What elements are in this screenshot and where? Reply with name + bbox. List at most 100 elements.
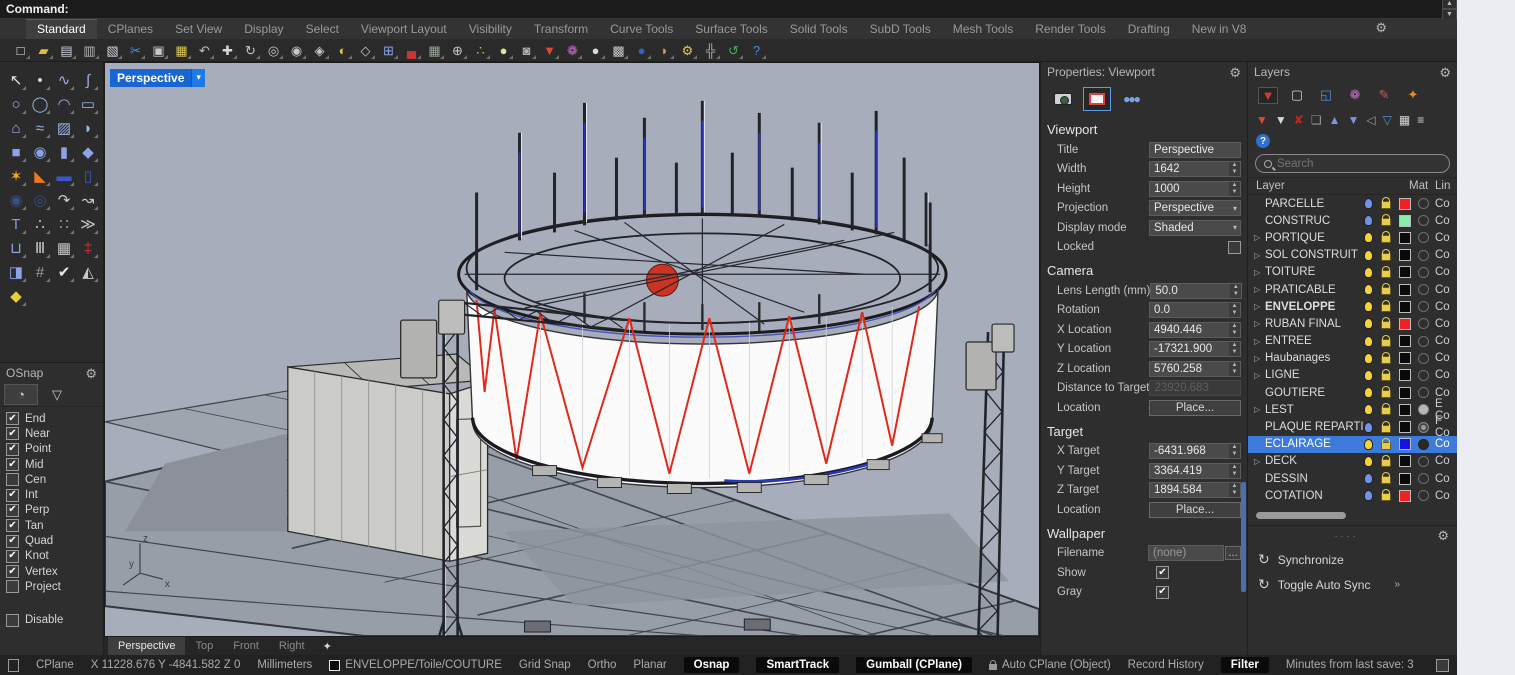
layer-linetype-value[interactable]: Co	[1435, 232, 1457, 244]
color-wheel-icon[interactable]: ❁	[562, 41, 583, 60]
layer-linetype-value[interactable]: Co	[1435, 369, 1457, 381]
menu-tab-subd-tools[interactable]: SubD Tools	[859, 20, 942, 39]
layer-lock-icon[interactable]	[1381, 304, 1391, 312]
spinner[interactable]: ▲▼	[1229, 182, 1240, 196]
layer-row[interactable]: ▷ PORTIQUE Co	[1248, 229, 1457, 246]
scroll-up-icon[interactable]: ▲	[1442, 0, 1457, 9]
blend-curve-icon[interactable]: ↝	[76, 188, 100, 212]
checkbox[interactable]: ✔	[6, 550, 19, 563]
gumball-toggle[interactable]: Gumball (CPlane)	[856, 657, 972, 673]
layer-material-icon[interactable]	[1418, 370, 1429, 381]
number-field[interactable]: 4940.446▲▼	[1149, 322, 1241, 338]
expand-arrow-icon[interactable]: ▷	[1254, 371, 1260, 380]
checkbox[interactable]: ✔	[6, 458, 19, 471]
menu-tab-drafting[interactable]: Drafting	[1117, 20, 1181, 39]
zoom-icon[interactable]: ◎	[263, 41, 284, 60]
layer-material-icon[interactable]	[1418, 439, 1429, 450]
layer-linetype-value[interactable]: Co	[1435, 318, 1457, 330]
spinner[interactable]: ▲▼	[1229, 303, 1240, 317]
osnap-mode-tab[interactable]: ◔	[4, 384, 38, 405]
layer-lock-icon[interactable]	[1381, 270, 1391, 278]
number-field[interactable]: 50.0▲▼	[1150, 283, 1242, 299]
duplicate-layer-icon[interactable]: ❏	[1311, 113, 1322, 127]
zoom-dynamic-icon[interactable]: ◉	[286, 41, 307, 60]
section-icon[interactable]: ‡	[76, 236, 100, 260]
viewport-tab-front[interactable]: Front	[223, 637, 269, 655]
checkbox[interactable]	[1228, 241, 1241, 254]
lock-icon[interactable]: ◙	[516, 41, 537, 60]
expand-arrow-icon[interactable]: ▷	[1254, 251, 1260, 260]
material-properties-tab[interactable]: ●●●	[1117, 87, 1145, 111]
point-tool-icon[interactable]: •	[28, 68, 52, 92]
layer-lock-icon[interactable]	[1381, 459, 1391, 467]
osnap-gear-icon[interactable]: ⚙	[85, 367, 97, 380]
display-tab-icon[interactable]: ▢	[1287, 87, 1307, 103]
layer-color-swatch[interactable]	[1399, 404, 1411, 416]
viewport-props-tab-icon[interactable]: ◱	[1316, 87, 1336, 103]
layer-name[interactable]: PRATICABLE	[1265, 284, 1364, 296]
menu-tab-mesh-tools[interactable]: Mesh Tools	[942, 20, 1024, 39]
layer-material-icon[interactable]	[1418, 490, 1429, 501]
layer-visibility-bulb-icon[interactable]	[1364, 404, 1373, 415]
fillet-arc-icon[interactable]: ↷	[52, 188, 76, 212]
layer-linetype-value[interactable]: Co	[1435, 335, 1457, 347]
layer-linetype-value[interactable]: Co	[1435, 352, 1457, 364]
ortho-toggle[interactable]: Ortho	[588, 659, 617, 671]
menu-tab-standard[interactable]: Standard	[26, 19, 97, 39]
layer-visibility-bulb-icon[interactable]	[1364, 250, 1373, 261]
layer-visibility-bulb-icon[interactable]	[1364, 387, 1373, 398]
boolean-union-icon[interactable]: ◉	[4, 188, 28, 212]
layer-name[interactable]: COTATION	[1265, 490, 1364, 502]
spinner[interactable]: ▲▼	[1229, 483, 1240, 497]
number-field[interactable]: 0.0▲▼	[1149, 302, 1241, 318]
number-field[interactable]: 3364.419▲▼	[1149, 463, 1241, 479]
menu-tab-visibility[interactable]: Visibility	[458, 20, 523, 39]
layer-lock-icon[interactable]	[1381, 493, 1391, 501]
grid-array-icon[interactable]: ▦	[52, 236, 76, 260]
edit-points-icon[interactable]: ∴	[28, 212, 52, 236]
planar-toggle[interactable]: Planar	[633, 659, 666, 671]
menu-tab-display[interactable]: Display	[233, 20, 294, 39]
menu-tab-solid-tools[interactable]: Solid Tools	[779, 20, 859, 39]
chevrons-icon[interactable]: »	[1394, 579, 1400, 590]
layer-lock-icon[interactable]	[1381, 201, 1391, 209]
lamp-icon[interactable]: ●	[493, 41, 514, 60]
layer-lock-icon[interactable]	[1381, 442, 1391, 450]
chevron-down-icon[interactable]: ▾	[191, 69, 205, 87]
layer-visibility-bulb-icon[interactable]	[1364, 267, 1373, 278]
panel-toggle-icon[interactable]	[8, 659, 19, 672]
layer-name[interactable]: DECK	[1265, 455, 1364, 467]
layer-lock-icon[interactable]	[1381, 218, 1391, 226]
search-input[interactable]	[1277, 158, 1441, 170]
checkbox[interactable]: ✔	[1156, 586, 1169, 599]
menu-gear-icon[interactable]: ⚙	[1375, 21, 1387, 34]
layer-visibility-bulb-icon[interactable]	[1364, 215, 1373, 226]
osnap-end[interactable]: ✔ End	[6, 411, 103, 426]
filter-toggle[interactable]: Filter	[1221, 657, 1269, 673]
layer-color-swatch[interactable]	[1399, 369, 1411, 381]
layer-material-icon[interactable]	[1418, 301, 1429, 312]
zoom-selected-icon[interactable]: ◐	[332, 41, 353, 60]
layer-search-box[interactable]	[1255, 154, 1450, 173]
menu-icon[interactable]: ≡	[1417, 113, 1424, 127]
layer-name[interactable]: CONSTRUC	[1265, 215, 1364, 227]
place-button[interactable]: Place...	[1149, 400, 1241, 416]
layer-material-icon[interactable]	[1418, 353, 1429, 364]
layer-color-swatch[interactable]	[1399, 301, 1411, 313]
osnap-vertex[interactable]: ✔ Vertex	[6, 564, 103, 579]
layer-linetype-value[interactable]: Co	[1435, 490, 1457, 502]
surface-patch-icon[interactable]: ▨	[52, 116, 76, 140]
viewport-tab-perspective[interactable]: Perspective	[108, 637, 185, 655]
layer-lock-icon[interactable]	[1381, 287, 1391, 295]
filename-field[interactable]: (none)	[1148, 545, 1224, 561]
panel-layout-icon[interactable]	[1436, 659, 1449, 672]
menu-tab-select[interactable]: Select	[295, 20, 350, 39]
layer-lock-icon[interactable]	[1381, 339, 1391, 347]
checkbox[interactable]	[6, 580, 19, 593]
trim-icon[interactable]: ▬	[52, 164, 76, 188]
layer-material-icon[interactable]	[1418, 404, 1429, 415]
layer-lock-icon[interactable]	[1381, 321, 1391, 329]
record-history-toggle[interactable]: Record History	[1128, 659, 1204, 671]
checkbox[interactable]: ✔	[6, 443, 19, 456]
menu-tab-render-tools[interactable]: Render Tools	[1024, 20, 1117, 39]
